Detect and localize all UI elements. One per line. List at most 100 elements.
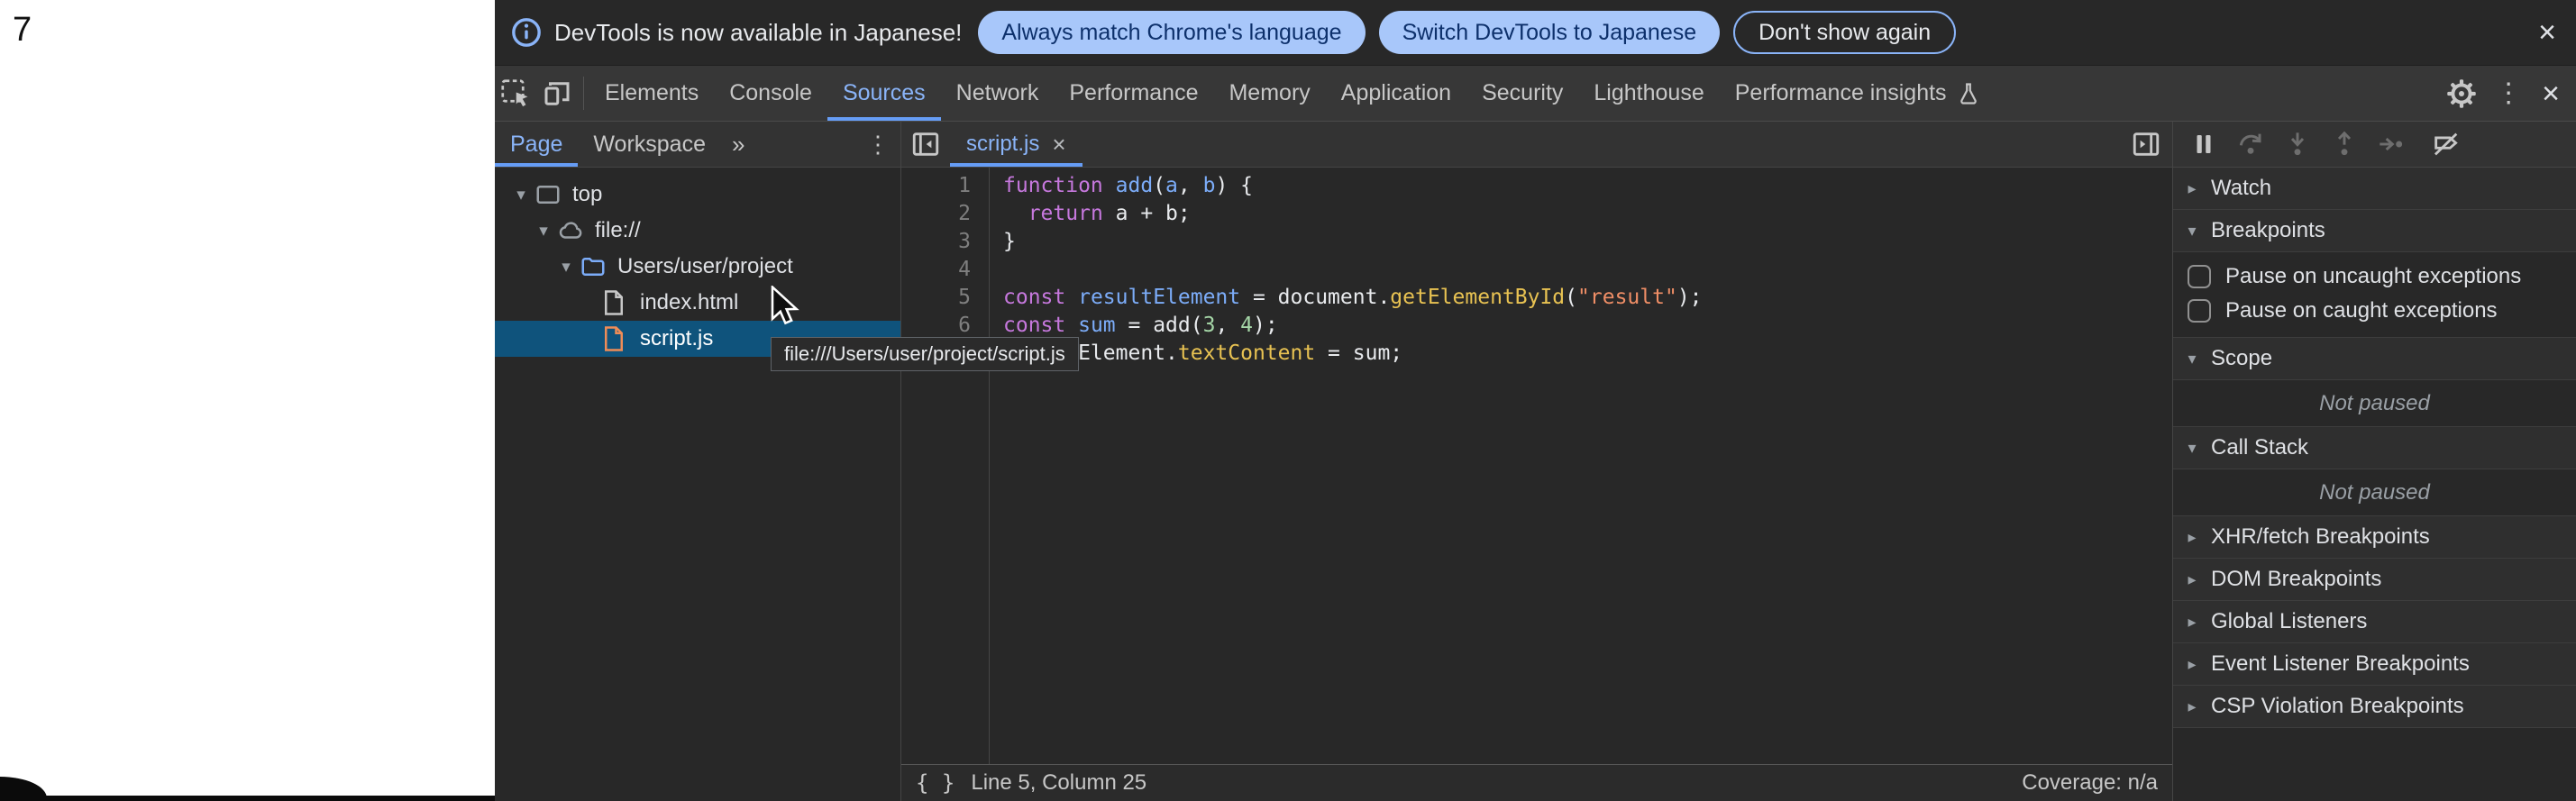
navigator-tab-page[interactable]: Page: [495, 122, 578, 167]
bottom-black-bar-corner: [0, 777, 47, 801]
editor-pane: script.js × 1234567 function add(a, b) {…: [901, 122, 2172, 801]
section-header-call-stack[interactable]: ▾Call Stack: [2173, 427, 2576, 469]
tab-performance-label: Performance: [1069, 80, 1198, 106]
infobar-buttons: Always match Chrome's language Switch Dev…: [978, 11, 1956, 54]
tab-performance-insights[interactable]: Performance insights: [1720, 66, 1996, 121]
code-content[interactable]: function add(a, b) { return a + b;} cons…: [990, 168, 2172, 764]
code-line[interactable]: return a + b;: [1003, 200, 2172, 228]
more-options-icon[interactable]: ⋮: [2482, 77, 2535, 109]
line-number-gutter[interactable]: 1234567: [901, 168, 990, 764]
code-line[interactable]: const sum = add(3, 4);: [1003, 312, 2172, 340]
section-header-watch[interactable]: ▸Watch: [2173, 168, 2576, 210]
expand-arrow-icon[interactable]: ▾: [507, 185, 534, 205]
navigator-menu-icon[interactable]: ⋮: [855, 122, 900, 167]
settings-gear-icon[interactable]: [2441, 77, 2482, 110]
tab-security[interactable]: Security: [1466, 66, 1578, 121]
toggle-debugger-sidebar-icon[interactable]: [2120, 122, 2172, 167]
always-match-chrome-s-language-button[interactable]: Always match Chrome's language: [978, 11, 1365, 54]
line-number[interactable]: 4: [901, 256, 971, 284]
tab-memory[interactable]: Memory: [1213, 66, 1325, 121]
debugger-sections: ▸Watch▾BreakpointsPause on uncaught exce…: [2173, 168, 2576, 728]
section-label: CSP Violation Breakpoints: [2211, 694, 2464, 719]
pretty-print-icon[interactable]: { }: [916, 770, 955, 796]
toggle-navigator-icon[interactable]: [901, 122, 950, 167]
expand-arrow-icon: ▸: [2173, 570, 2211, 589]
step-icon[interactable]: [2368, 124, 2415, 164]
debugger-sidebar: ▸Watch▾BreakpointsPause on uncaught exce…: [2172, 122, 2576, 801]
coverage-text: Coverage: n/a: [2022, 770, 2158, 796]
section-label: Scope: [2211, 346, 2272, 371]
cloud-icon: [557, 217, 588, 244]
tab-lighthouse[interactable]: Lighthouse: [1578, 66, 1719, 121]
scope-status: Not paused: [2173, 380, 2576, 427]
page-result-text: 7: [13, 11, 32, 50]
section-label: Watch: [2211, 176, 2271, 201]
deactivate-breakpoints-icon[interactable]: [2423, 124, 2470, 164]
mouse-cursor: [769, 286, 805, 329]
tab-console[interactable]: Console: [714, 66, 827, 121]
expand-arrow-icon[interactable]: ▾: [530, 221, 557, 241]
expand-arrow-icon[interactable]: ▾: [553, 257, 580, 278]
tab-sources[interactable]: Sources: [827, 66, 941, 121]
tree-item-file[interactable]: ▾file://: [495, 213, 900, 249]
tab-console-label: Console: [729, 80, 812, 106]
step-over-icon[interactable]: [2227, 124, 2274, 164]
tab-application[interactable]: Application: [1326, 66, 1466, 121]
tab-elements-label: Elements: [605, 80, 699, 106]
step-into-icon[interactable]: [2274, 124, 2321, 164]
code-editor[interactable]: 1234567 function add(a, b) { return a + …: [901, 168, 2172, 764]
tree-item-index-html[interactable]: index.html: [495, 285, 900, 321]
tree-item-label: Users/user/project: [617, 254, 793, 279]
line-number[interactable]: 6: [901, 312, 971, 340]
checkbox-label: Pause on uncaught exceptions: [2225, 264, 2521, 289]
pause-on-uncaught-exceptions-row[interactable]: Pause on uncaught exceptions: [2173, 259, 2576, 294]
section-header-event-listener-breakpoints[interactable]: ▸Event Listener Breakpoints: [2173, 643, 2576, 686]
code-line[interactable]: function add(a, b) {: [1003, 172, 2172, 200]
section-label: XHR/fetch Breakpoints: [2211, 524, 2430, 550]
step-out-icon[interactable]: [2321, 124, 2368, 164]
line-number[interactable]: 3: [901, 228, 971, 256]
line-number[interactable]: 5: [901, 284, 971, 312]
expand-arrow-icon: ▾: [2173, 439, 2211, 458]
code-line[interactable]: const resultElement = document.getElemen…: [1003, 284, 2172, 312]
infobar-close-icon[interactable]: ×: [2538, 17, 2556, 48]
pause-on-caught-exceptions-row[interactable]: Pause on caught exceptions: [2173, 294, 2576, 328]
file-path-tooltip: file:///Users/user/project/script.js: [771, 337, 1079, 371]
section-label: Call Stack: [2211, 435, 2308, 460]
expand-arrow-icon: ▸: [2173, 528, 2211, 547]
section-header-global-listeners[interactable]: ▸Global Listeners: [2173, 601, 2576, 643]
tree-item-top[interactable]: ▾top: [495, 177, 900, 213]
expand-arrow-icon: ▾: [2173, 222, 2211, 241]
line-number[interactable]: 1: [901, 172, 971, 200]
section-header-dom-breakpoints[interactable]: ▸DOM Breakpoints: [2173, 559, 2576, 601]
editor-status-bar: { } Line 5, Column 25 Coverage: n/a: [901, 764, 2172, 801]
editor-tab-close-icon[interactable]: ×: [1052, 131, 1065, 159]
tab-elements[interactable]: Elements: [589, 66, 714, 121]
section-header-csp-violation-breakpoints[interactable]: ▸CSP Violation Breakpoints: [2173, 686, 2576, 728]
section-header-scope[interactable]: ▾Scope: [2173, 338, 2576, 380]
device-toolbar-icon[interactable]: [536, 66, 578, 121]
devtools-close-icon[interactable]: ×: [2535, 78, 2567, 109]
code-line[interactable]: resultElement.textContent = sum;: [1003, 340, 2172, 368]
section-label: Event Listener Breakpoints: [2211, 651, 2470, 677]
pause-script-icon[interactable]: [2180, 124, 2227, 164]
line-number[interactable]: 2: [901, 200, 971, 228]
tab-network[interactable]: Network: [941, 66, 1055, 121]
language-infobar: DevTools is now available in Japanese! A…: [495, 0, 2576, 66]
code-line[interactable]: }: [1003, 228, 2172, 256]
inspect-element-icon[interactable]: [495, 66, 536, 121]
don-t-show-again-button[interactable]: Don't show again: [1733, 11, 1956, 54]
tree-item-users-user-project[interactable]: ▾ Users/user/project: [495, 249, 900, 285]
more-tabs-icon[interactable]: »: [721, 122, 755, 167]
editor-tab-scriptjs[interactable]: script.js ×: [950, 122, 1082, 167]
tab-performance[interactable]: Performance: [1054, 66, 1213, 121]
expand-arrow-icon: ▸: [2173, 697, 2211, 716]
pause-on-caught-exceptions-checkbox[interactable]: [2188, 299, 2211, 323]
devtools-content: PageWorkspace » ⋮ ▾top▾file://▾Users/use…: [495, 122, 2576, 801]
navigator-tab-workspace[interactable]: Workspace: [578, 122, 721, 167]
pause-on-uncaught-exceptions-checkbox[interactable]: [2188, 265, 2211, 288]
code-line[interactable]: [1003, 256, 2172, 284]
section-header-breakpoints[interactable]: ▾Breakpoints: [2173, 210, 2576, 252]
section-header-xhr-fetch-breakpoints[interactable]: ▸XHR/fetch Breakpoints: [2173, 516, 2576, 559]
switch-devtools-to-japanese-button[interactable]: Switch DevTools to Japanese: [1379, 11, 1721, 54]
